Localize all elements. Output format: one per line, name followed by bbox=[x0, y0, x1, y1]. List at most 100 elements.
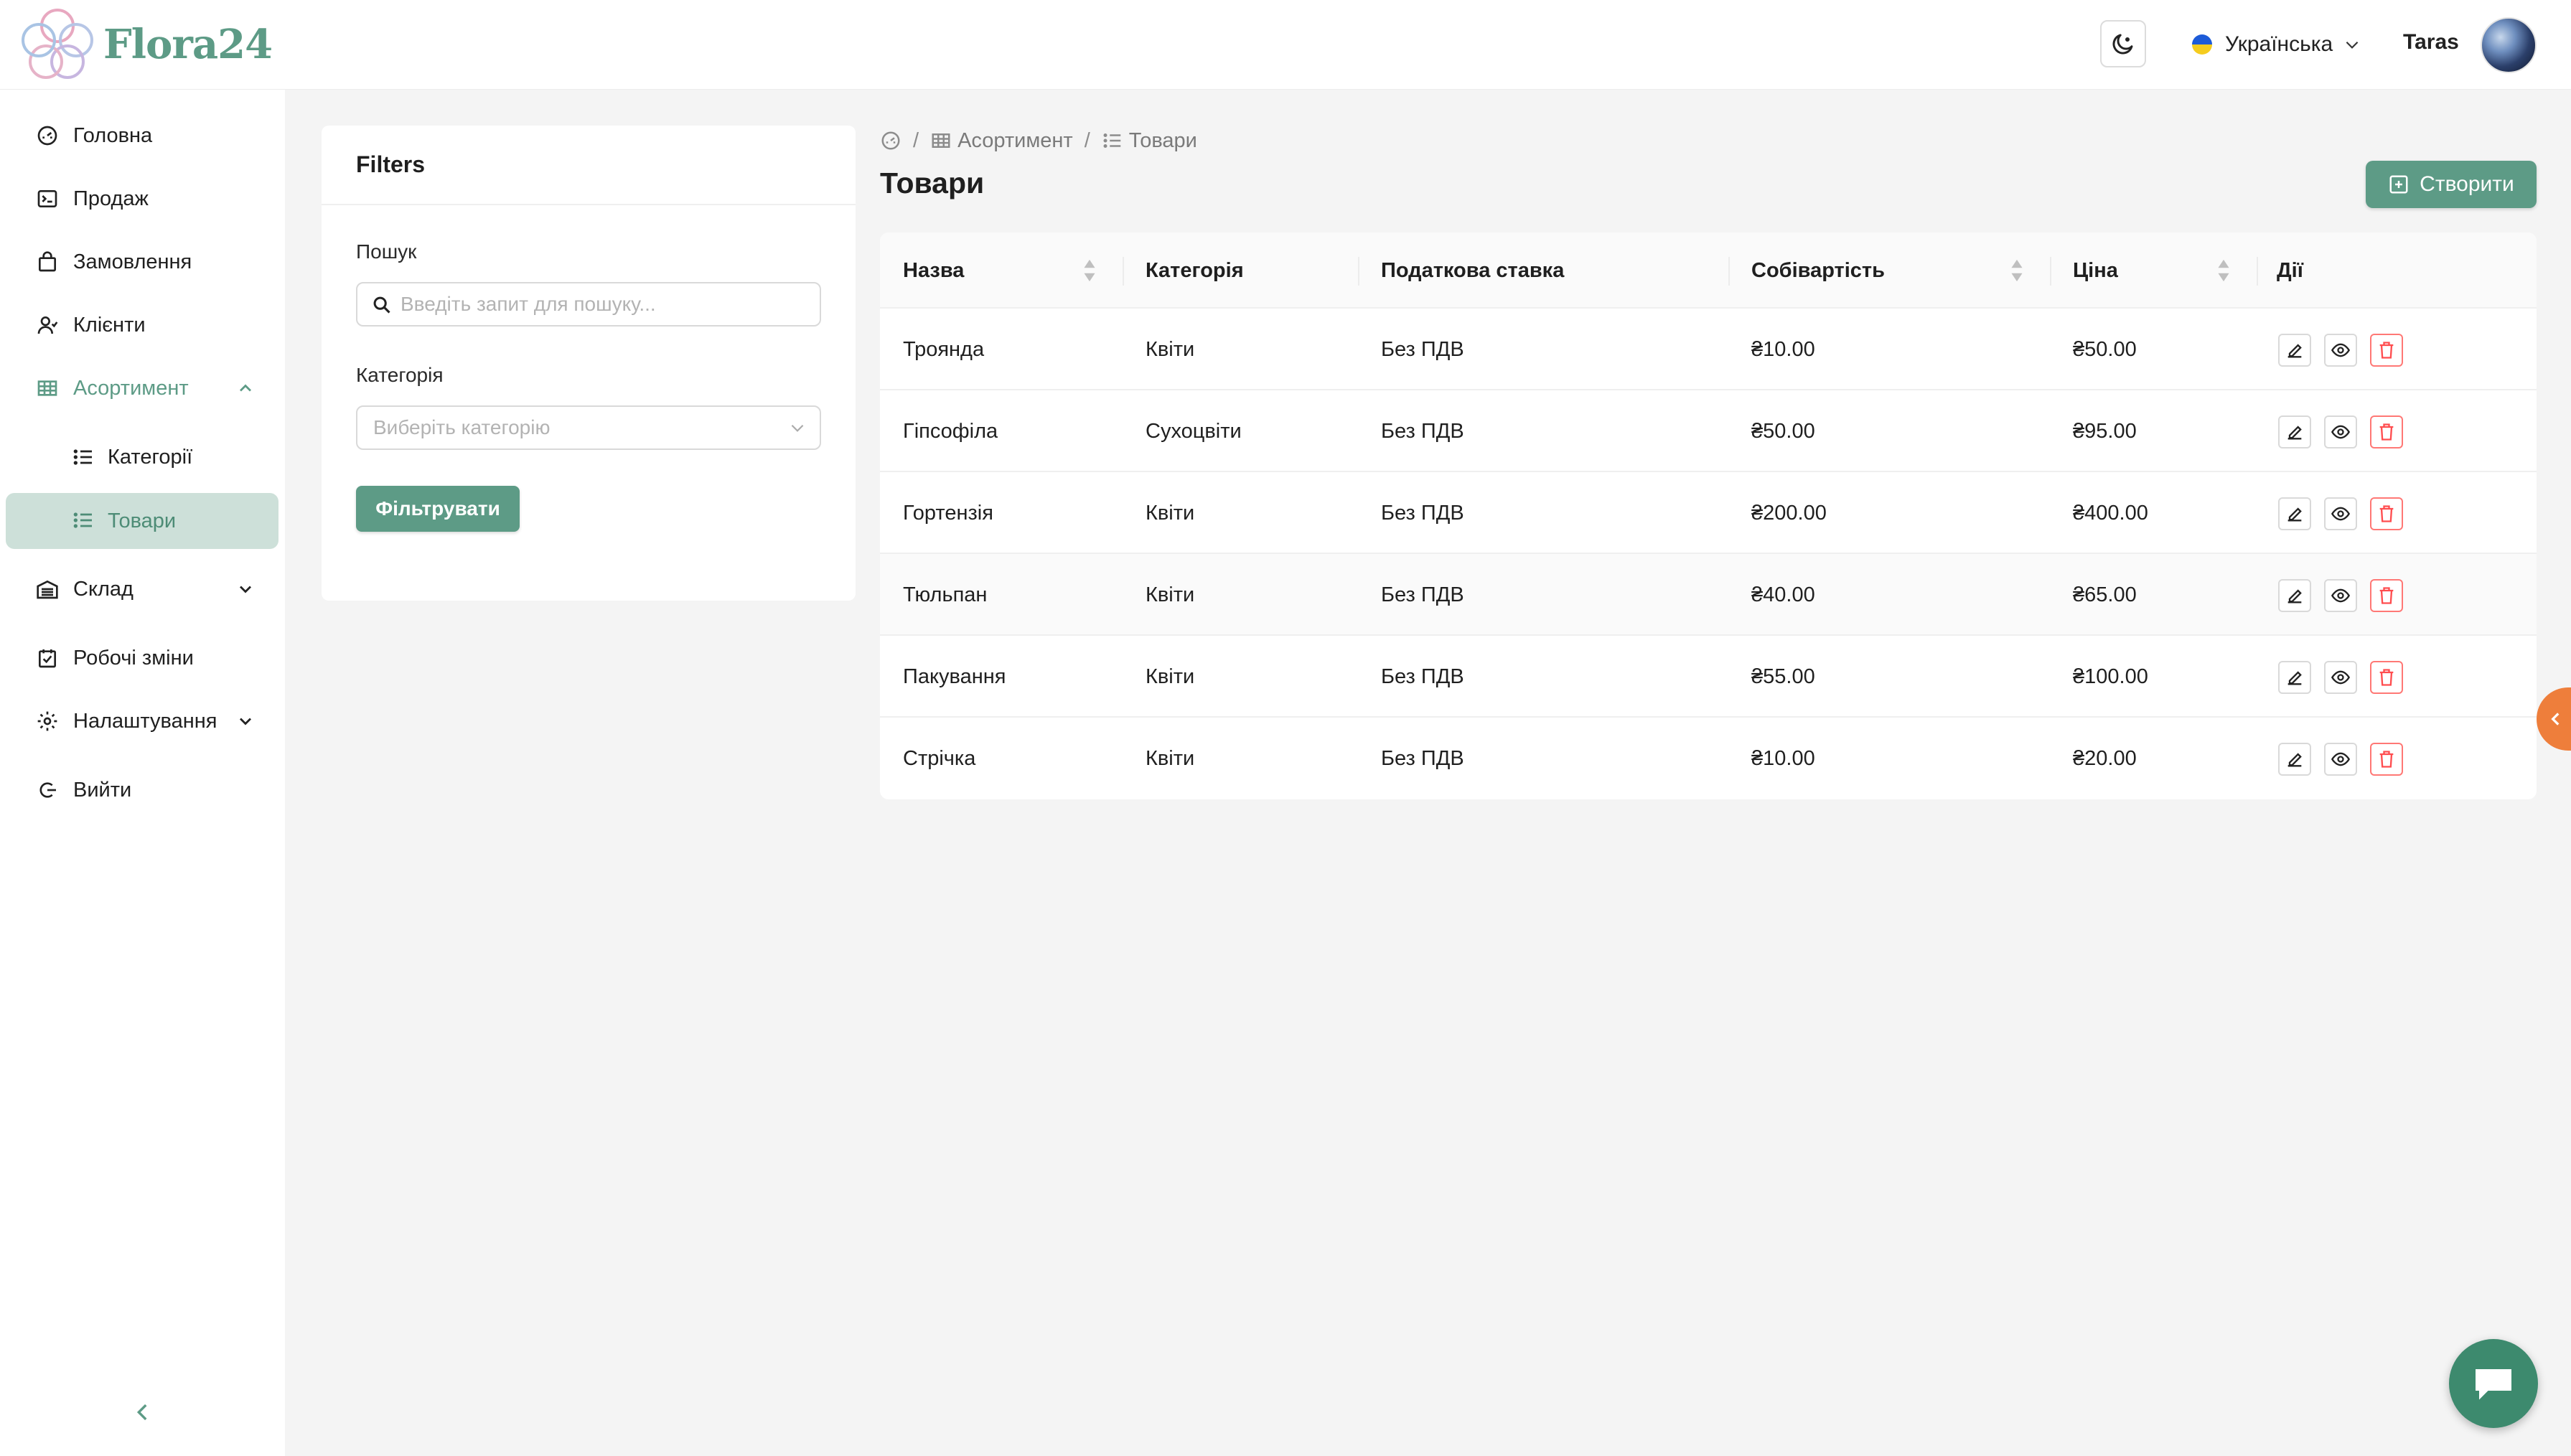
sidebar-item-label: Товари bbox=[108, 509, 177, 532]
column-header-cost[interactable]: Собівартість bbox=[1751, 233, 1885, 309]
filter-button[interactable]: Фільтрувати bbox=[356, 486, 520, 532]
cell-cost: ₴10.00 bbox=[1751, 746, 1815, 770]
sidebar-item-logout[interactable]: Вийти bbox=[0, 763, 285, 817]
table-row[interactable]: Пакування Квіти Без ПДВ ₴55.00 ₴100.00 bbox=[880, 636, 2537, 718]
breadcrumb-assortment[interactable]: Асортимент bbox=[957, 129, 1073, 153]
create-button-label: Створити bbox=[2420, 172, 2514, 196]
avatar[interactable] bbox=[2481, 17, 2537, 73]
chevron-up-icon bbox=[240, 384, 251, 392]
breadcrumb-products: Товари bbox=[1128, 128, 1197, 152]
delete-button[interactable] bbox=[2370, 334, 2403, 367]
pencil-icon bbox=[2287, 671, 2302, 685]
category-select[interactable]: Виберіть категорію bbox=[356, 405, 821, 450]
view-button[interactable] bbox=[2324, 334, 2357, 367]
cell-price: ₴95.00 bbox=[2073, 419, 2137, 443]
calendar-check-icon bbox=[39, 649, 56, 668]
delete-button[interactable] bbox=[2370, 743, 2403, 776]
table-row[interactable]: Гіпсофіла Сухоцвіти Без ПДВ ₴50.00 ₴95.0… bbox=[880, 390, 2537, 472]
create-button[interactable]: Створити bbox=[2366, 161, 2537, 208]
column-header-price[interactable]: Ціна bbox=[2073, 233, 2118, 309]
search-placeholder: Введіть запит для пошуку... bbox=[401, 293, 656, 315]
theme-toggle-button[interactable] bbox=[2100, 20, 2146, 67]
pencil-icon bbox=[2287, 426, 2302, 440]
cell-category: Квіти bbox=[1146, 337, 1195, 361]
language-selector[interactable]: Українська bbox=[2192, 26, 2361, 63]
sort-icon[interactable] bbox=[2010, 258, 2024, 283]
table-row[interactable]: Тюльпан Квіти Без ПДВ ₴40.00 ₴65.00 bbox=[880, 554, 2537, 636]
chevron-down-icon bbox=[240, 586, 251, 593]
flower-logo-icon bbox=[22, 9, 93, 79]
sidebar-item-assortment[interactable]: Асортимент bbox=[0, 361, 285, 415]
chevron-down-icon bbox=[2346, 41, 2359, 49]
sidebar-item-orders[interactable]: Замовлення bbox=[0, 235, 285, 289]
plus-square-icon bbox=[2389, 175, 2408, 194]
table-row[interactable]: Стрічка Квіти Без ПДВ ₴10.00 ₴20.00 bbox=[880, 718, 2537, 799]
eye-icon bbox=[2331, 588, 2351, 603]
search-icon bbox=[373, 296, 390, 314]
cell-category: Квіти bbox=[1146, 501, 1195, 525]
eye-icon bbox=[2331, 425, 2351, 439]
table-row[interactable]: Гортензія Квіти Без ПДВ ₴200.00 ₴400.00 bbox=[880, 472, 2537, 554]
sidebar-item-label: Продаж bbox=[73, 187, 149, 210]
eye-icon bbox=[2331, 507, 2351, 521]
table-header: Назва Категорія Податкова ставка Собівар… bbox=[880, 233, 2537, 309]
delete-button[interactable] bbox=[2370, 579, 2403, 612]
sidebar-item-categories[interactable]: Категорії bbox=[0, 430, 285, 484]
user-name[interactable]: Taras bbox=[2403, 30, 2459, 55]
app-logo[interactable]: Flora24 bbox=[19, 7, 273, 82]
edit-button[interactable] bbox=[2278, 743, 2311, 776]
view-button[interactable] bbox=[2324, 415, 2357, 448]
products-table: Назва Категорія Податкова ставка Собівар… bbox=[880, 233, 2537, 799]
cell-name: Гортензія bbox=[903, 501, 993, 525]
delete-button[interactable] bbox=[2370, 415, 2403, 448]
cell-category: Квіти bbox=[1146, 746, 1195, 770]
chevron-down-icon bbox=[791, 424, 804, 432]
dashboard-icon[interactable] bbox=[880, 130, 902, 151]
edit-button[interactable] bbox=[2278, 415, 2311, 448]
chat-button[interactable] bbox=[2449, 1339, 2538, 1428]
settings-drawer-tab[interactable] bbox=[2537, 687, 2571, 751]
sidebar-item-products[interactable]: Товари bbox=[6, 493, 278, 549]
view-button[interactable] bbox=[2324, 743, 2357, 776]
eye-icon bbox=[2331, 670, 2351, 685]
eye-icon bbox=[2331, 343, 2351, 357]
sidebar-item-sales[interactable]: Продаж bbox=[0, 172, 285, 226]
cell-category: Квіти bbox=[1146, 664, 1195, 688]
cell-name: Троянда bbox=[903, 337, 985, 361]
delete-button[interactable] bbox=[2370, 661, 2403, 694]
view-button[interactable] bbox=[2324, 661, 2357, 694]
cell-tax: Без ПДВ bbox=[1381, 419, 1464, 443]
sidebar-item-settings[interactable]: Налаштування bbox=[0, 694, 285, 748]
pencil-icon bbox=[2287, 507, 2302, 522]
sort-icon[interactable] bbox=[2216, 258, 2231, 283]
chevron-left-icon bbox=[2551, 713, 2560, 725]
table-row[interactable]: Троянда Квіти Без ПДВ ₴10.00 ₴50.00 bbox=[880, 309, 2537, 390]
cell-name: Стрічка bbox=[903, 746, 976, 770]
sidebar-item-warehouse[interactable]: Склад bbox=[0, 562, 285, 616]
cell-tax: Без ПДВ bbox=[1381, 746, 1464, 770]
sidebar-item-label: Налаштування bbox=[73, 709, 217, 733]
view-button[interactable] bbox=[2324, 497, 2357, 530]
chat-icon bbox=[2476, 1369, 2511, 1400]
view-button[interactable] bbox=[2324, 579, 2357, 612]
sidebar-item-home[interactable]: Головна bbox=[0, 108, 285, 163]
delete-button[interactable] bbox=[2370, 497, 2403, 530]
sidebar-item-label: Склад bbox=[73, 577, 134, 601]
edit-button[interactable] bbox=[2278, 497, 2311, 530]
users-icon bbox=[37, 316, 58, 334]
cell-price: ₴65.00 bbox=[2073, 583, 2137, 606]
column-header-category: Категорія bbox=[1146, 258, 1244, 282]
warehouse-icon bbox=[37, 580, 58, 599]
edit-button[interactable] bbox=[2278, 579, 2311, 612]
collapse-sidebar-icon[interactable] bbox=[131, 1400, 155, 1424]
search-input[interactable]: Введіть запит для пошуку... bbox=[356, 282, 821, 327]
edit-button[interactable] bbox=[2278, 661, 2311, 694]
sidebar-item-clients[interactable]: Клієнти bbox=[0, 298, 285, 352]
trash-icon bbox=[2379, 423, 2394, 441]
cell-tax: Без ПДВ bbox=[1381, 583, 1464, 606]
sort-icon[interactable] bbox=[1082, 258, 1097, 283]
gear-icon bbox=[37, 711, 57, 731]
sidebar-item-shifts[interactable]: Робочі зміни bbox=[0, 631, 285, 685]
edit-button[interactable] bbox=[2278, 334, 2311, 367]
column-header-name[interactable]: Назва bbox=[903, 233, 964, 309]
